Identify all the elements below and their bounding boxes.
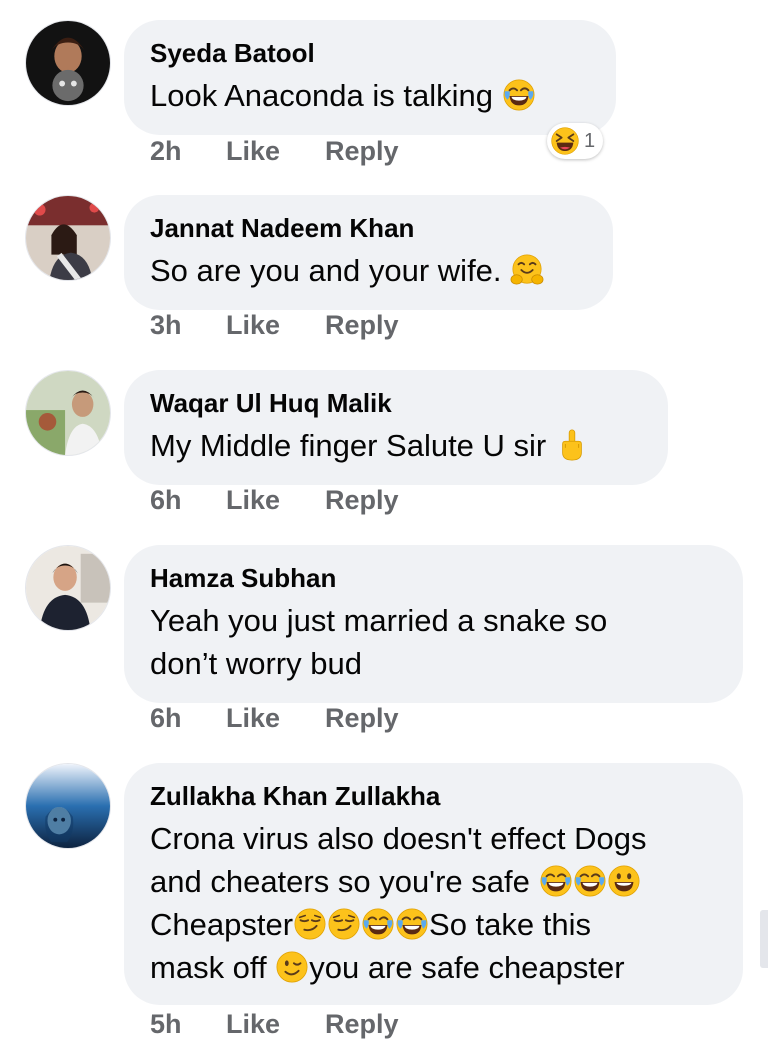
- comment-text: My Middle finger Salute U sir: [150, 424, 642, 467]
- smirking-icon: [293, 907, 327, 941]
- like-button[interactable]: Like: [226, 485, 325, 516]
- comment-timestamp[interactable]: 5h: [150, 1009, 226, 1040]
- comment-text: Look Anaconda is talking: [150, 74, 590, 117]
- comment-actions: 2h Like Reply: [150, 136, 399, 167]
- comment-actions: 3h Like Reply: [150, 310, 399, 341]
- comment-bubble: Hamza Subhan Yeah you just married a sna…: [124, 545, 743, 703]
- comment-author[interactable]: Jannat Nadeem Khan: [150, 213, 587, 243]
- avatar[interactable]: [25, 20, 111, 106]
- avatar-image: [26, 546, 110, 630]
- reaction-count: 1: [584, 129, 596, 152]
- comment-text-line: Look Anaconda is talking: [150, 78, 493, 113]
- comment-author[interactable]: Syeda Batool: [150, 38, 590, 68]
- comment-bubble: Waqar Ul Huq Malik My Middle finger Salu…: [124, 370, 668, 485]
- grinning-icon: [607, 864, 641, 898]
- comment-actions: 6h Like Reply: [150, 485, 399, 516]
- tears-of-joy-icon: [361, 907, 395, 941]
- comment-text-line: Cheapster: [150, 907, 294, 942]
- middle-finger-icon: [555, 428, 589, 462]
- comment-bubble: Syeda Batool Look Anaconda is talking: [124, 20, 616, 135]
- like-button[interactable]: Like: [226, 1009, 325, 1040]
- comment-timestamp[interactable]: 6h: [150, 485, 226, 516]
- comment-text-line: So are you and your wife.: [150, 253, 502, 288]
- like-button[interactable]: Like: [226, 310, 325, 341]
- comment-text-line: So take this: [429, 907, 592, 942]
- tears-of-joy-icon: [395, 907, 429, 941]
- comment-bubble: Jannat Nadeem Khan So are you and your w…: [124, 195, 613, 310]
- tears-of-joy-icon: [539, 864, 573, 898]
- comment-text-line: My Middle finger Salute U sir: [150, 428, 547, 463]
- comment-bubble: Zullakha Khan Zullakha Crona virus also …: [124, 763, 743, 1005]
- comment-author[interactable]: Zullakha Khan Zullakha: [150, 781, 717, 811]
- avatar-image: [26, 764, 110, 848]
- comment-author[interactable]: Waqar Ul Huq Malik: [150, 388, 642, 418]
- like-button[interactable]: Like: [226, 136, 325, 167]
- avatar[interactable]: [25, 763, 111, 849]
- avatar-image: [26, 196, 110, 280]
- comment-text-line: Crona virus also doesn't effect Dogs: [150, 821, 647, 856]
- reply-button[interactable]: Reply: [325, 310, 399, 341]
- avatar-image: [26, 371, 110, 455]
- comment-text-line: mask off: [150, 950, 267, 985]
- comment-text-line: Yeah you just married a snake so: [150, 603, 608, 638]
- reply-button[interactable]: Reply: [325, 703, 399, 734]
- comment-timestamp[interactable]: 6h: [150, 703, 226, 734]
- comment-actions: 6h Like Reply: [150, 703, 399, 734]
- comment-actions: 5h Like Reply: [150, 1009, 399, 1040]
- hugging-face-icon: [510, 253, 544, 287]
- reaction-count-badge[interactable]: 1: [547, 123, 604, 159]
- reply-button[interactable]: Reply: [325, 1009, 399, 1040]
- reply-button[interactable]: Reply: [325, 136, 399, 167]
- comment-text: Crona virus also doesn't effect Dogs and…: [150, 817, 717, 989]
- avatar-image: [26, 21, 110, 105]
- comment-author[interactable]: Hamza Subhan: [150, 563, 717, 593]
- avatar[interactable]: [25, 195, 111, 281]
- comment-timestamp[interactable]: 3h: [150, 310, 226, 341]
- avatar[interactable]: [25, 545, 111, 631]
- winking-icon: [275, 950, 309, 984]
- comment-text: So are you and your wife.: [150, 249, 587, 292]
- scroll-edge-indicator: [760, 910, 768, 968]
- comment-text-line: and cheaters so you're safe: [150, 864, 530, 899]
- grinning-squinting-icon: [550, 126, 580, 156]
- comment-text-line: don’t worry bud: [150, 646, 362, 681]
- tears-of-joy-icon: [502, 78, 536, 112]
- comment-text-line: you are safe cheapster: [309, 950, 625, 985]
- avatar[interactable]: [25, 370, 111, 456]
- like-button[interactable]: Like: [226, 703, 325, 734]
- reply-button[interactable]: Reply: [325, 485, 399, 516]
- smirking-icon: [327, 907, 361, 941]
- comment-text: Yeah you just married a snake so don’t w…: [150, 599, 717, 685]
- comment-timestamp[interactable]: 2h: [150, 136, 226, 167]
- tears-of-joy-icon: [573, 864, 607, 898]
